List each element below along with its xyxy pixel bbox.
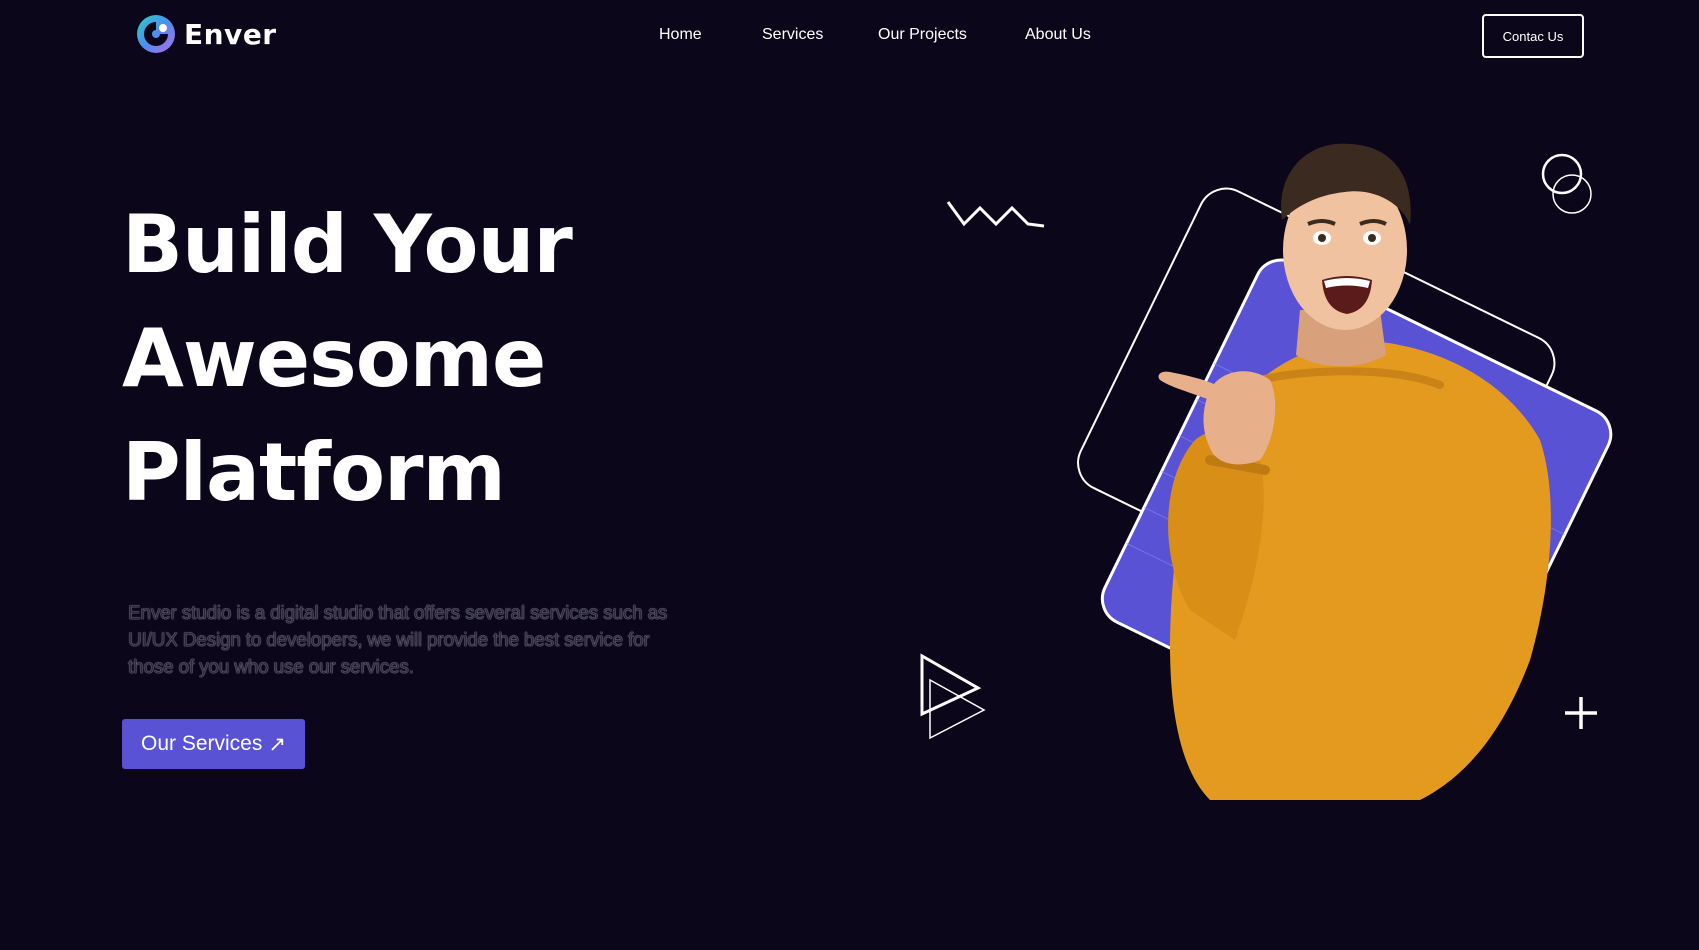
zigzag-decoration-icon (946, 201, 1045, 228)
main-menu: Home Services Our Projects About Us (0, 26, 1699, 46)
contact-us-button[interactable]: Contac Us (1482, 14, 1584, 58)
our-services-label: Our Services (141, 732, 263, 755)
hero-title-line-2: Awesome (122, 312, 546, 405)
hero-person-illustration (1077, 143, 1613, 800)
hero-title-line-3: Platform (122, 426, 506, 519)
hero-title-line-1: Build Your (122, 198, 573, 291)
nav-item-our-projects[interactable]: Our Projects (878, 26, 967, 44)
our-services-button[interactable]: Our Services ↗ (122, 719, 305, 769)
hero-description: Enver studio is a digital studio that of… (128, 603, 668, 678)
hero-title: Build Your Awesome Platform (122, 188, 573, 530)
top-navbar: Enver Home Services Our Projects About U… (0, 0, 1699, 72)
arrow-up-right-icon: ↗ (268, 732, 286, 756)
play-triangle-decoration-icon (920, 653, 986, 740)
nav-item-home[interactable]: Home (659, 26, 702, 44)
nav-item-about-us[interactable]: About Us (1025, 26, 1091, 44)
nav-item-services[interactable]: Services (762, 26, 823, 44)
